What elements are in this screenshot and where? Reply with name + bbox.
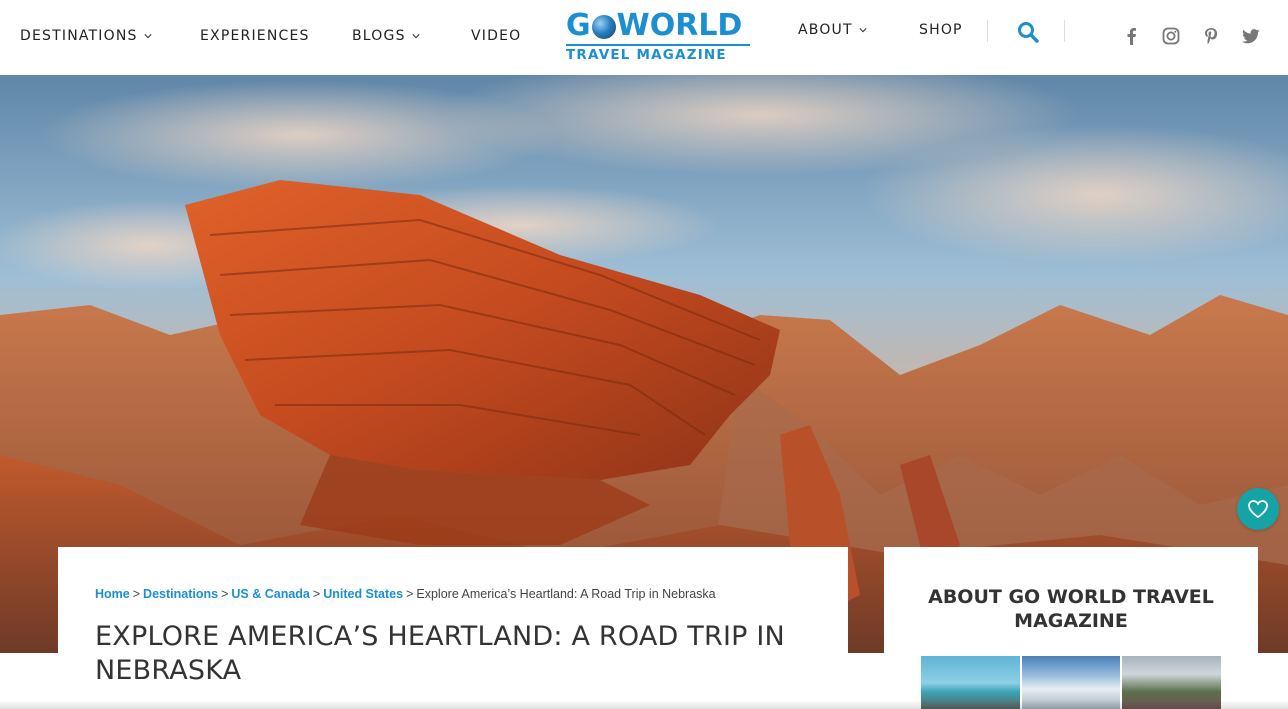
breadcrumb-united-states[interactable]: United States <box>323 587 403 601</box>
favorite-button[interactable] <box>1237 488 1279 530</box>
nav-video-label: VIDEO <box>471 28 522 44</box>
sidebar-thumbnail[interactable] <box>921 656 1020 709</box>
nav-about[interactable]: ABOUT <box>798 22 867 38</box>
logo-wordmark: G WORLD <box>566 11 750 41</box>
breadcrumb-separator: > <box>221 587 229 601</box>
chevron-down-icon <box>859 28 867 33</box>
pinterest-link[interactable] <box>1200 25 1222 47</box>
nav-divider <box>1064 20 1065 42</box>
breadcrumb-home[interactable]: Home <box>95 587 130 601</box>
nav-blogs-label: BLOGS <box>352 28 406 44</box>
instagram-icon <box>1162 27 1180 45</box>
facebook-link[interactable] <box>1120 25 1142 47</box>
nav-blogs[interactable]: BLOGS <box>352 28 420 44</box>
twitter-link[interactable] <box>1240 25 1262 47</box>
breadcrumb-separator: > <box>132 587 141 601</box>
chevron-down-icon <box>412 34 420 39</box>
breadcrumb-destinations[interactable]: Destinations <box>143 587 218 601</box>
pinterest-icon <box>1205 28 1218 44</box>
facebook-icon <box>1127 28 1136 45</box>
breadcrumb: Home > Destinations > US & Canada > United Sta… <box>95 587 716 601</box>
site-logo[interactable]: G WORLD TRAVEL MAGAZINE <box>566 11 750 63</box>
sidebar-image-strip[interactable] <box>921 656 1222 709</box>
instagram-link[interactable] <box>1160 25 1182 47</box>
breadcrumb-us-canada[interactable]: US & Canada <box>231 587 310 601</box>
nav-video[interactable]: VIDEO <box>471 28 521 44</box>
sidebar-title: ABOUT GO WORLD TRAVEL MAGAZINE <box>928 586 1214 632</box>
article-title: EXPLORE AMERICA’S HEARTLAND: A ROAD TRIP… <box>95 621 785 686</box>
breadcrumb-separator: > <box>312 587 321 601</box>
nav-experiences-label: EXPERIENCES <box>200 28 310 44</box>
logo-world-text: WORLD <box>616 8 743 43</box>
sidebar-thumbnail[interactable] <box>1021 656 1121 709</box>
nav-experiences[interactable]: EXPERIENCES <box>200 28 310 44</box>
nav-destinations[interactable]: DESTINATIONS <box>20 28 152 44</box>
site-header: DESTINATIONS EXPERIENCES BLOGS VIDEO G WO… <box>0 0 1288 75</box>
search-button[interactable] <box>1016 20 1040 44</box>
article-card: Home > Destinations > US & Canada > United Sta… <box>58 547 848 709</box>
chevron-down-icon <box>144 34 152 39</box>
logo-tagline: TRAVEL MAGAZINE <box>566 44 750 63</box>
globe-icon <box>591 15 616 39</box>
sidebar-widget: ABOUT GO WORLD TRAVEL MAGAZINE <box>884 547 1258 709</box>
logo-go-text: G <box>566 8 591 43</box>
twitter-icon <box>1242 28 1260 43</box>
heart-icon <box>1248 500 1268 519</box>
sidebar-thumbnail[interactable] <box>1122 656 1222 709</box>
nav-about-label: ABOUT <box>798 22 853 38</box>
breadcrumb-separator: > <box>406 587 414 601</box>
nav-shop-label: SHOP <box>919 22 963 38</box>
nav-destinations-label: DESTINATIONS <box>20 28 138 44</box>
nav-divider <box>987 20 988 42</box>
breadcrumb-current: Explore America’s Heartland: A Road Trip… <box>416 587 716 601</box>
search-icon <box>1018 22 1039 43</box>
nav-shop[interactable]: SHOP <box>919 22 963 38</box>
